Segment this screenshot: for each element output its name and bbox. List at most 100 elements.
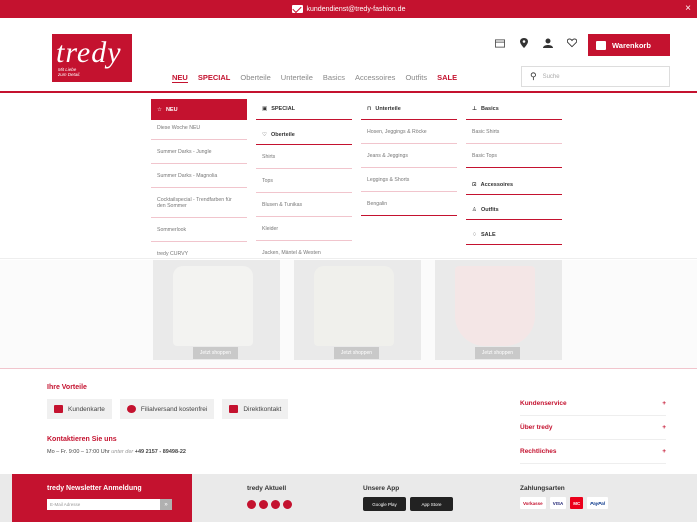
search-input[interactable]: Suche: [543, 74, 560, 80]
mega-col-basics: ⊥ Basics Basic Shirts Basic Tops ⊡ Acces…: [466, 99, 562, 245]
divider: [256, 216, 352, 217]
nav-neu[interactable]: NEU: [172, 73, 188, 83]
service-email-link[interactable]: kundendienst@tredy-fashion.de: [307, 6, 406, 13]
mega-item[interactable]: Bengalin: [361, 196, 457, 211]
mega-item[interactable]: Jeans & Jeggings: [361, 148, 457, 163]
mega-item[interactable]: Sommerlook: [151, 222, 247, 237]
mega-head-basics[interactable]: ⊥ Basics: [466, 99, 562, 120]
newsletter-email-input[interactable]: E-Mail Adresse: [47, 499, 172, 510]
mega-item[interactable]: Jacken, Mäntel & Westen: [256, 245, 352, 260]
mega-head-unterteile[interactable]: ⊓ Unterteile: [361, 99, 457, 120]
google-play-badge[interactable]: Google Play: [363, 497, 406, 511]
contact-under-text: unter der: [111, 449, 134, 455]
plus-icon: +: [662, 448, 666, 455]
store-locator-icon[interactable]: [519, 38, 529, 48]
accordion-rechtliches[interactable]: Rechtliches +: [520, 440, 666, 464]
section-divider: [0, 368, 697, 369]
mega-item[interactable]: Basic Tops: [466, 148, 562, 163]
logo-tagline-line2: zum Detail.: [58, 72, 81, 77]
mega-item[interactable]: Hosen, Jeggings & Röcke: [361, 124, 457, 139]
mega-item[interactable]: Summer Darks - Magnolia: [151, 168, 247, 183]
payment-methods: Vorkasse VISA MC PayPal: [520, 497, 608, 509]
mega-head-oberteile[interactable]: ♡ Oberteile: [256, 126, 352, 145]
mega-head-basics-label: Basics: [481, 106, 499, 112]
shop-now-button[interactable]: Jetzt shoppen: [334, 347, 379, 359]
logo-wordmark: tredy: [56, 36, 122, 69]
mega-item[interactable]: Blusen & Tunikas: [256, 197, 352, 212]
nav-unterteile[interactable]: Unterteile: [281, 73, 313, 83]
cart-button[interactable]: Warenkorb: [588, 34, 670, 56]
pinterest-icon[interactable]: [271, 500, 280, 509]
product-tile[interactable]: Jetzt shoppen: [153, 260, 280, 360]
product-teasers: Jetzt shoppen Jetzt shoppen Jetzt shoppe…: [0, 260, 697, 368]
mega-item[interactable]: Cocktailspecial - Trendfarben für den So…: [151, 192, 247, 213]
mega-head-special-label: SPECIAL: [271, 106, 296, 112]
customer-card-icon[interactable]: [495, 38, 505, 48]
divider: [151, 241, 247, 242]
store-icon: [126, 405, 136, 413]
mega-item[interactable]: Kleider: [256, 221, 352, 236]
newsletter-submit-button[interactable]: »: [160, 499, 172, 510]
contact-phone[interactable]: +49 2157 - 89498-22: [135, 449, 186, 455]
mega-menu: ☆ NEU Diese Woche NEU Summer Darks - Jun…: [0, 93, 697, 266]
nav-accessoires[interactable]: Accessoires: [355, 73, 395, 83]
accordion-kundenservice[interactable]: Kundenservice +: [520, 392, 666, 416]
advantage-direct-contact[interactable]: Direktkontakt: [222, 399, 289, 419]
accordion-ueber-tredy[interactable]: Über tredy +: [520, 416, 666, 440]
advantage-label: Direktkontakt: [243, 405, 282, 413]
contact-hours-text: Mo – Fr. 9:00 – 17:00 Uhr: [47, 449, 110, 455]
mega-head-neu[interactable]: ☆ NEU: [151, 99, 247, 120]
mega-item[interactable]: Tops: [256, 173, 352, 188]
mega-item[interactable]: tredy CURVY: [151, 246, 247, 261]
mega-col-unterteile: ⊓ Unterteile Hosen, Jeggings & Röcke Jea…: [361, 99, 457, 220]
cart-icon: [596, 40, 606, 50]
logo-tagline: Mit Liebe zum Detail.: [58, 67, 81, 77]
nav-oberteile[interactable]: Oberteile: [240, 73, 270, 83]
facebook-icon[interactable]: [247, 500, 256, 509]
plus-icon: +: [662, 424, 666, 431]
mega-item[interactable]: Diese Woche NEU: [151, 120, 247, 135]
plus-icon: +: [662, 400, 666, 407]
product-tile[interactable]: Jetzt shoppen: [294, 260, 421, 360]
nav-special[interactable]: SPECIAL: [198, 73, 231, 83]
mega-head-outfits[interactable]: ♙ Outfits: [466, 201, 562, 220]
divider: [361, 167, 457, 168]
account-icon[interactable]: [543, 38, 553, 48]
payment-mastercard: MC: [570, 497, 584, 509]
mega-item[interactable]: Basic Shirts: [466, 124, 562, 139]
chat-icon: [229, 405, 239, 413]
accordion-label: Kundenservice: [520, 400, 567, 407]
instagram-icon[interactable]: [259, 500, 268, 509]
divider: [466, 167, 562, 168]
contact-hours: Mo – Fr. 9:00 – 17:00 Uhr unter der +49 …: [47, 449, 186, 455]
tredy-logo[interactable]: tredy Mit Liebe zum Detail.: [52, 34, 132, 82]
mega-head-sale[interactable]: ♢ SALE: [466, 226, 562, 245]
mega-item[interactable]: Summer Darks - Jungle: [151, 144, 247, 159]
divider: [361, 143, 457, 144]
cart-label: Warenkorb: [612, 40, 651, 50]
advantage-free-shipping[interactable]: Filialversand kostenfrei: [119, 399, 215, 419]
wishlist-heart-icon[interactable]: [567, 38, 577, 48]
advantage-customer-card[interactable]: Kundenkarte: [47, 399, 112, 419]
mega-head-accessoires[interactable]: ⊡ Accessoires: [466, 176, 562, 195]
tag-icon: ♢: [472, 232, 477, 238]
mega-head-outfits-label: Outfits: [480, 207, 499, 213]
shop-now-button[interactable]: Jetzt shoppen: [475, 347, 520, 359]
main-navigation: NEU SPECIAL Oberteile Unterteile Basics …: [172, 73, 457, 83]
nav-outfits[interactable]: Outfits: [405, 73, 427, 83]
mega-item[interactable]: Leggings & Shorts: [361, 172, 457, 187]
product-tile[interactable]: Jetzt shoppen: [435, 260, 562, 360]
app-store-badge[interactable]: App Store: [410, 497, 453, 511]
close-icon[interactable]: ×: [685, 3, 691, 14]
nav-basics[interactable]: Basics: [323, 73, 345, 83]
star-icon: ☆: [157, 106, 162, 113]
youtube-icon[interactable]: [283, 500, 292, 509]
nav-sale[interactable]: SALE: [437, 73, 457, 83]
divider: [151, 139, 247, 140]
newsletter-box: tredy Newsletter Anmeldung E-Mail Adress…: [12, 474, 192, 522]
shop-now-button[interactable]: Jetzt shoppen: [193, 347, 238, 359]
mega-head-special[interactable]: ▣ SPECIAL: [256, 99, 352, 120]
card-icon: [54, 405, 63, 413]
search-box[interactable]: ⚲ Suche: [521, 66, 670, 87]
mega-item[interactable]: Shirts: [256, 149, 352, 164]
